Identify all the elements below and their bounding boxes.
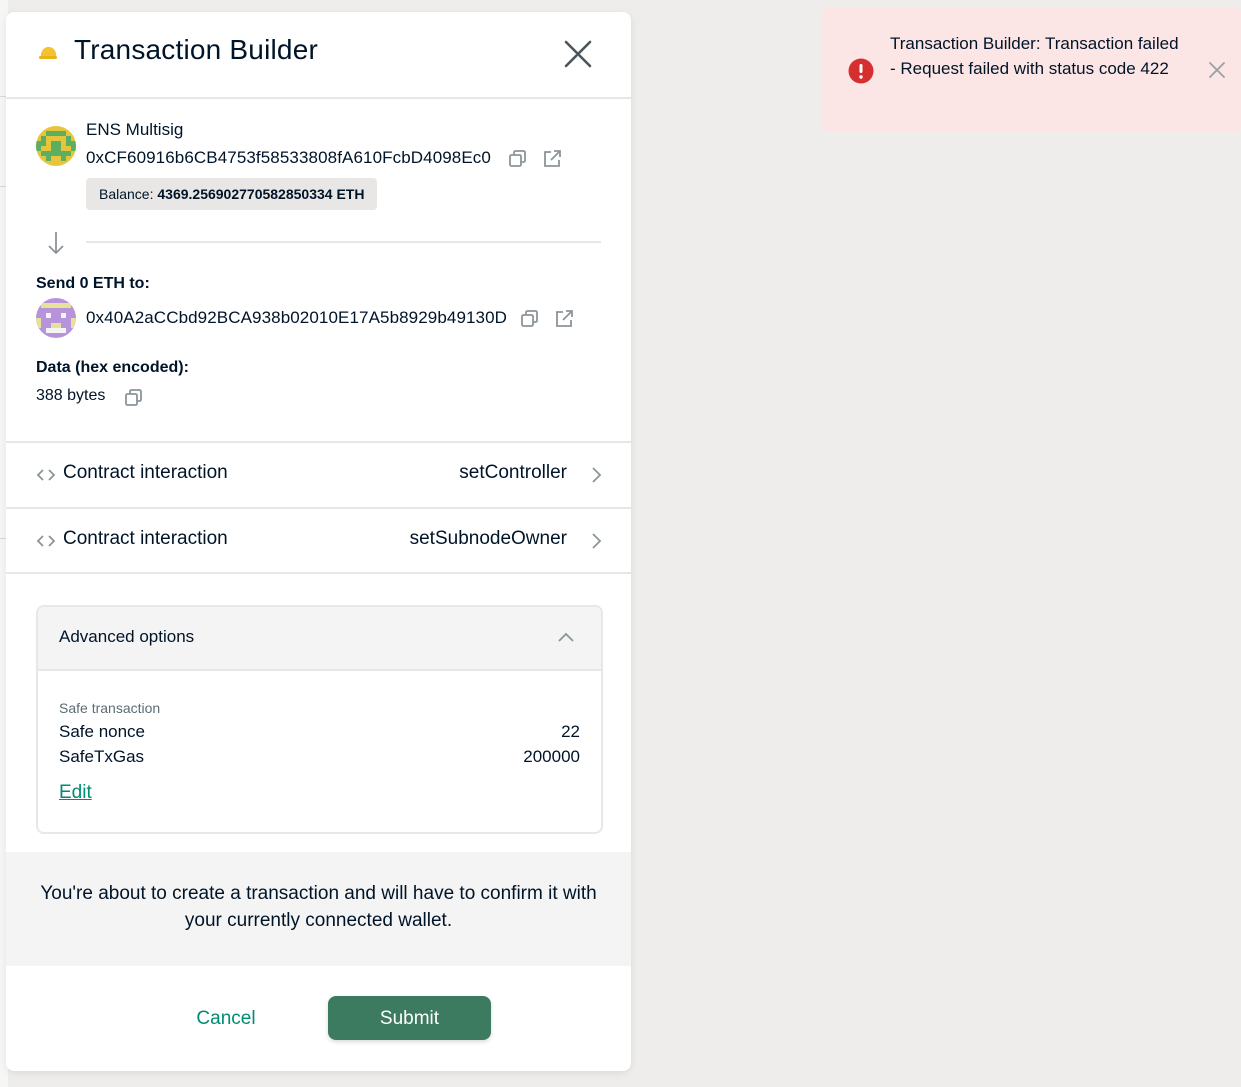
modal-header: Transaction Builder xyxy=(6,12,631,99)
recipient-avatar xyxy=(36,298,76,338)
external-link-icon[interactable] xyxy=(543,150,561,168)
sender-address: 0xCF60916b6CB4753f58533808fA610FcbD4098E… xyxy=(86,148,491,167)
sender-avatar xyxy=(36,126,76,166)
close-icon[interactable] xyxy=(1208,61,1226,79)
advanced-options-panel: Advanced options Safe transaction Safe n… xyxy=(36,605,603,834)
modal-title: Transaction Builder xyxy=(74,34,318,65)
app-icon xyxy=(39,46,57,59)
safe-tx-gas-label: SafeTxGas xyxy=(59,747,145,766)
confirmation-info-box: You're about to create a transaction and… xyxy=(6,852,631,966)
recipient-address: 0x40A2aCCbd92BCA938b02010E17A5b8929b4913… xyxy=(86,308,508,327)
submit-button[interactable]: Submit xyxy=(328,996,491,1040)
copy-icon[interactable] xyxy=(509,150,527,168)
error-toast: Transaction Builder: Transaction failed … xyxy=(822,8,1241,132)
contract-interaction-row[interactable]: Contract interaction setSubnodeOwner xyxy=(6,509,631,573)
code-icon xyxy=(36,469,56,481)
interaction-method: setSubnodeOwner xyxy=(409,528,567,549)
interaction-label: Contract interaction xyxy=(63,462,228,483)
advanced-options-header[interactable]: Advanced options xyxy=(38,607,601,671)
balance-badge: Balance: 4369.256902770582850334 ETH xyxy=(86,178,378,210)
copy-icon[interactable] xyxy=(521,310,539,328)
arrow-down-icon xyxy=(48,232,64,255)
edit-link[interactable]: Edit xyxy=(59,782,92,804)
chevron-up-icon xyxy=(558,632,574,642)
sender-name: ENS Multisig xyxy=(86,120,184,139)
advanced-options-title: Advanced options xyxy=(59,627,195,646)
interaction-label: Contract interaction xyxy=(63,528,228,549)
safe-tx-gas-value: 200000 xyxy=(523,747,580,766)
chevron-right-icon xyxy=(592,467,602,483)
copy-icon[interactable] xyxy=(125,389,143,407)
transaction-builder-modal: Transaction Builder ENS Multisig 0xCF609… xyxy=(6,12,631,1071)
contract-interaction-row[interactable]: Contract interaction setController xyxy=(6,443,631,507)
data-size: 388 bytes xyxy=(36,387,106,404)
safe-nonce-value: 22 xyxy=(561,722,580,741)
safe-transaction-label: Safe transaction xyxy=(59,700,161,716)
flow-divider xyxy=(86,241,601,243)
cancel-button[interactable]: Cancel xyxy=(166,996,286,1040)
error-icon xyxy=(848,58,874,84)
external-link-icon[interactable] xyxy=(555,310,573,328)
confirmation-info-text: You're about to create a transaction and… xyxy=(40,883,597,931)
toast-message: Transaction Builder: Transaction failed … xyxy=(890,34,1179,78)
code-icon xyxy=(36,535,56,547)
balance-label: Balance: xyxy=(99,186,154,202)
send-to-label: Send 0 ETH to: xyxy=(36,275,150,292)
close-icon[interactable] xyxy=(562,38,594,70)
chevron-right-icon xyxy=(592,533,602,549)
interaction-method: setController xyxy=(459,462,567,483)
balance-value: 4369.256902770582850334 ETH xyxy=(157,186,365,202)
section-divider xyxy=(6,572,631,574)
safe-nonce-label: Safe nonce xyxy=(59,722,146,741)
data-label: Data (hex encoded): xyxy=(36,359,189,376)
